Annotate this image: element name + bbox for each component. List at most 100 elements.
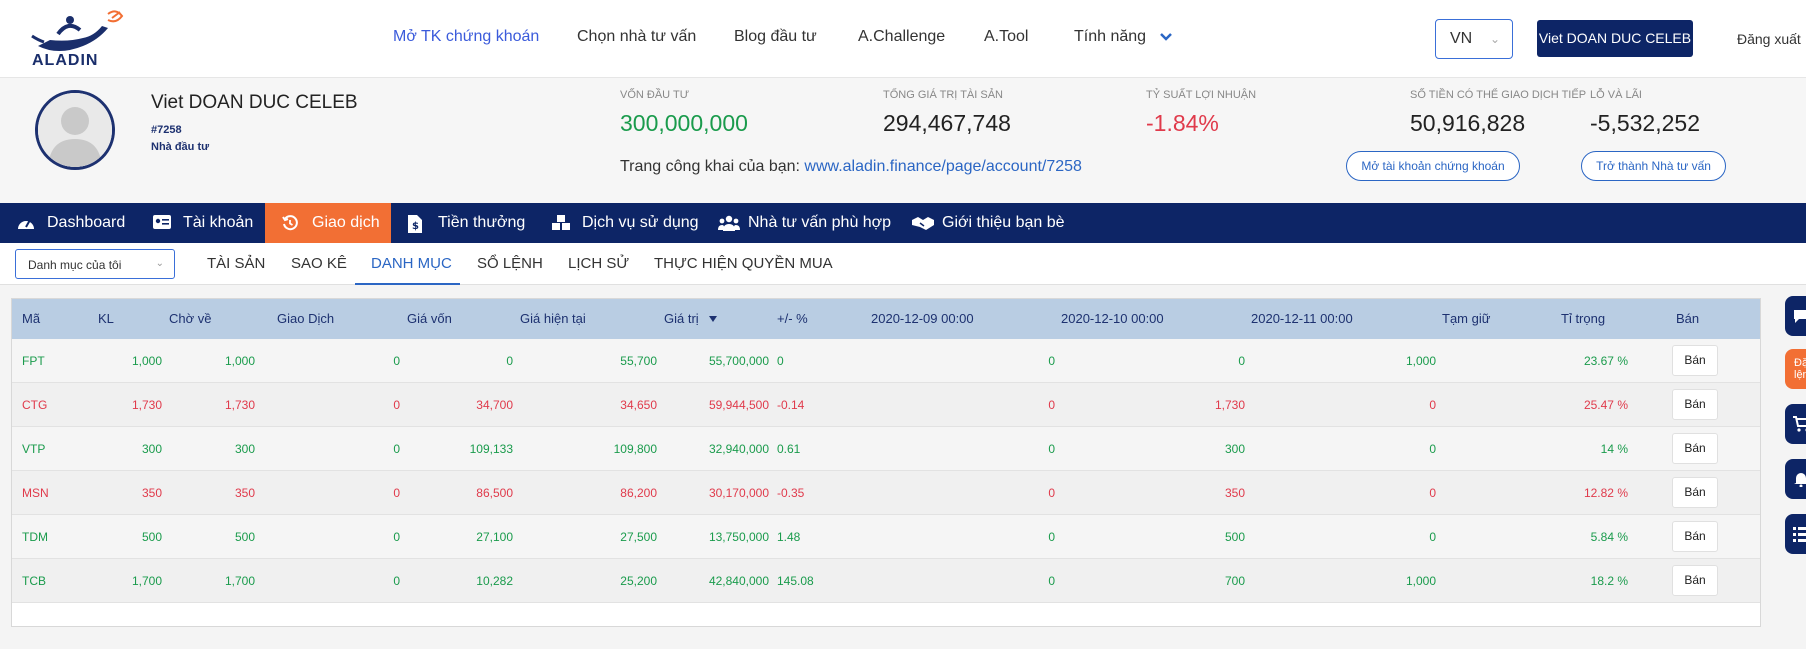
sell-button[interactable]: Bán xyxy=(1672,565,1718,596)
th-sell: Bán xyxy=(1676,311,1700,326)
logout-link[interactable]: Đăng xuất xyxy=(1737,31,1801,47)
tab-history[interactable]: LỊCH SỬ xyxy=(568,255,629,272)
th-pending[interactable]: Chờ về xyxy=(169,311,212,326)
tab-order-book[interactable]: SỔ LỆNH xyxy=(477,255,543,272)
cell-pending: 300 xyxy=(234,442,255,456)
main-nav-rewards[interactable]: $ Tiền thưởng xyxy=(391,203,535,243)
svg-text:$: $ xyxy=(412,221,419,232)
public-page-label: Trang công khai của bạn: xyxy=(620,158,800,175)
main-nav-dashboard[interactable]: Dashboard xyxy=(0,203,136,243)
tab-statement[interactable]: SAO KÊ xyxy=(291,255,347,272)
language-select[interactable]: VN ⌄ xyxy=(1435,19,1513,59)
th-trading[interactable]: Giao Dịch xyxy=(277,311,334,326)
cell-value: 55,700,000 xyxy=(708,354,769,368)
cell-value: 30,170,000 xyxy=(708,486,769,500)
tab-assets[interactable]: TÀI SẢN xyxy=(207,255,265,272)
th-value[interactable]: Giá trị xyxy=(664,311,718,326)
cell-symbol: MSN xyxy=(22,486,49,500)
nav-features[interactable]: Tính năng xyxy=(1074,28,1173,46)
main-nav-label: Dashboard xyxy=(47,214,126,231)
th-current-price[interactable]: Giá hiện tại xyxy=(520,311,586,326)
cell-current-price: 27,500 xyxy=(620,530,657,544)
main-nav-trading[interactable]: Giao dịch xyxy=(265,203,391,243)
table-row: CTG 1,730 1,730 0 34,700 34,650 59,944,500 -0.1… xyxy=(12,383,1760,427)
th-weight[interactable]: Tỉ trọng xyxy=(1561,311,1605,326)
cell-change-pct: 1.48 xyxy=(777,530,801,544)
main-nav-refer-friends[interactable]: Giới thiệu bạn bè xyxy=(895,203,1075,243)
cell-date-1: 0 xyxy=(1048,574,1055,588)
top-header: ALADIN Mở TK chứng khoán Chọn nhà tư vấn… xyxy=(0,0,1806,78)
chevron-down-icon: ⌄ xyxy=(1489,32,1500,46)
cell-volume: 350 xyxy=(141,486,162,500)
cell-value: 59,944,500 xyxy=(708,398,769,412)
main-nav-account[interactable]: Tài khoản xyxy=(136,203,265,243)
cell-change-pct: 145.08 xyxy=(777,574,814,588)
cell-cost-price: 34,700 xyxy=(476,398,513,412)
tab-rights-exercise[interactable]: THỰC HIỆN QUYỀN MUA xyxy=(654,255,833,272)
cell-date-2: 350 xyxy=(1224,486,1245,500)
cell-cost-price: 27,100 xyxy=(476,530,513,544)
notification-widget[interactable] xyxy=(1785,459,1806,499)
users-icon xyxy=(718,215,740,231)
cell-cost-price: 10,282 xyxy=(476,574,513,588)
open-securities-account-button[interactable]: Mở tài khoản chứng khoán xyxy=(1346,151,1520,181)
language-value: VN xyxy=(1450,30,1473,47)
sell-button[interactable]: Bán xyxy=(1672,433,1718,464)
cell-date-3: 0 xyxy=(1429,442,1436,456)
nav-open-securities-account[interactable]: Mở TK chứng khoán xyxy=(393,28,539,46)
sell-button[interactable]: Bán xyxy=(1672,477,1718,508)
dashboard-icon xyxy=(18,219,34,229)
th-symbol[interactable]: Mã xyxy=(22,311,40,326)
stat-value-capital: 300,000,000 xyxy=(620,110,748,136)
list-widget[interactable] xyxy=(1785,514,1806,554)
cell-pending: 1,730 xyxy=(224,398,255,412)
cell-pending: 500 xyxy=(234,530,255,544)
nav-a-tool[interactable]: A.Tool xyxy=(984,28,1028,46)
cell-trading: 0 xyxy=(393,486,400,500)
cell-pending: 1,000 xyxy=(224,354,255,368)
list-icon xyxy=(1793,527,1806,542)
stat-label-capital: Vốn đầu tư xyxy=(620,89,690,101)
cell-date-2: 700 xyxy=(1224,574,1245,588)
nav-choose-advisor[interactable]: Chọn nhà tư vấn xyxy=(577,28,696,46)
cell-symbol: TCB xyxy=(22,574,46,588)
th-date-2[interactable]: 2020-12-10 00:00 xyxy=(1061,311,1164,326)
nav-investment-blog[interactable]: Blog đầu tư xyxy=(734,28,817,46)
main-nav-label: Giới thiệu bạn bè xyxy=(942,214,1065,231)
cell-on-hold: 18.2 % xyxy=(1590,574,1628,588)
sell-button[interactable]: Bán xyxy=(1672,345,1718,376)
profile-summary: Viet DOAN DUC CELEB #7258 Nhà đầu tư Vốn… xyxy=(0,78,1806,203)
th-change-pct[interactable]: +/- % xyxy=(777,311,808,326)
th-volume[interactable]: KL xyxy=(98,311,114,326)
active-tab-underline xyxy=(355,283,460,285)
cell-on-hold: 5.84 % xyxy=(1590,530,1628,544)
th-on-hold[interactable]: Tạm giữ xyxy=(1442,311,1490,326)
cell-date-1: 0 xyxy=(1048,398,1055,412)
sell-button[interactable]: Bán xyxy=(1672,389,1718,420)
user-account-button[interactable]: Viet DOAN DUC CELEB xyxy=(1537,20,1693,57)
sort-down-icon xyxy=(709,316,718,322)
nav-a-challenge[interactable]: A.Challenge xyxy=(858,28,945,46)
cell-value: 13,750,000 xyxy=(708,530,769,544)
table-row: TCB 1,700 1,700 0 10,282 25,200 42,840,000 145.… xyxy=(12,559,1760,603)
th-cost-price[interactable]: Giá vốn xyxy=(407,311,452,326)
cart-icon xyxy=(1793,416,1806,432)
main-nav-services[interactable]: Dịch vụ sử dụng xyxy=(535,203,701,243)
stat-value-profit-loss: -5,532,252 xyxy=(1590,110,1700,136)
become-advisor-button[interactable]: Trở thành Nhà tư vấn xyxy=(1581,151,1726,181)
cell-cost-price: 0 xyxy=(506,354,513,368)
nav-features-label: Tính năng xyxy=(1074,28,1147,45)
portfolio-select[interactable]: Danh mục của tôi ⌄ xyxy=(15,249,175,279)
public-page-link[interactable]: www.aladin.finance/page/account/7258 xyxy=(804,158,1082,175)
cell-volume: 300 xyxy=(141,442,162,456)
main-nav-matching-advisors[interactable]: Nhà tư vấn phù hợp xyxy=(701,203,895,243)
cell-volume: 1,000 xyxy=(131,354,162,368)
th-date-1[interactable]: 2020-12-09 00:00 xyxy=(871,311,974,326)
place-order-widget[interactable]: Đặt lệnh xyxy=(1785,349,1806,389)
sell-button[interactable]: Bán xyxy=(1672,521,1718,552)
cell-trading: 0 xyxy=(393,354,400,368)
tab-portfolio[interactable]: DANH MỤC xyxy=(371,255,452,272)
cart-widget[interactable] xyxy=(1785,404,1806,444)
chat-widget[interactable] xyxy=(1785,296,1806,336)
th-date-3[interactable]: 2020-12-11 00:00 xyxy=(1251,311,1353,326)
